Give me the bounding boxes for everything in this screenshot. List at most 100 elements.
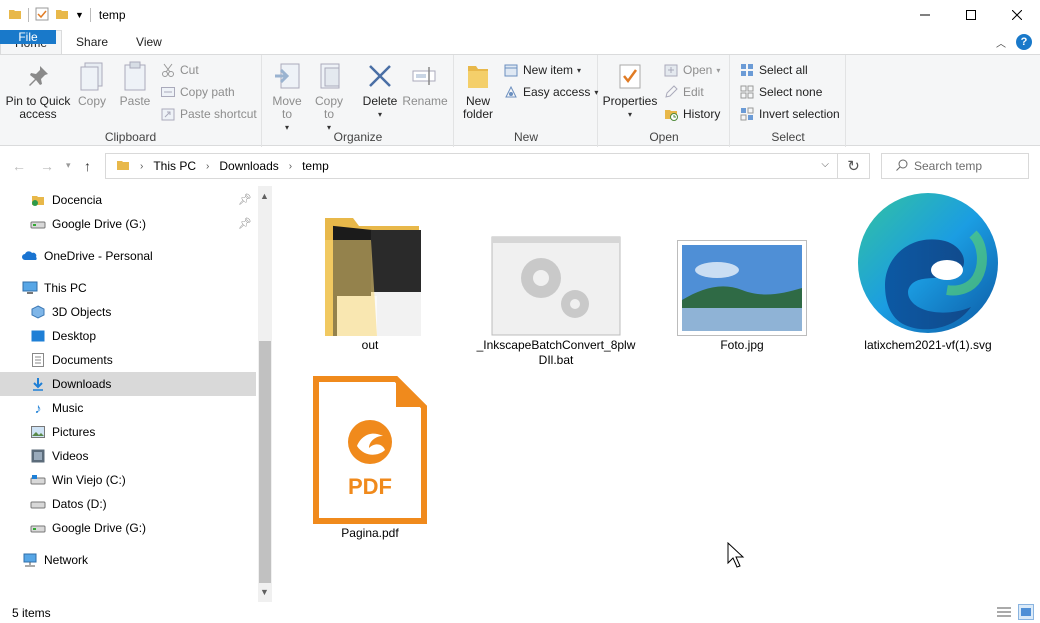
open-group: Properties ▾ Open ▾ Edit History Open bbox=[599, 55, 730, 147]
nav-pane-scrollbar[interactable]: ▲ ▼ bbox=[258, 186, 272, 602]
properties-icon bbox=[614, 59, 646, 93]
file-item-svg[interactable]: latixchem2021-vf(1).svg bbox=[838, 192, 1018, 353]
select-all-button[interactable]: Select all bbox=[739, 60, 808, 80]
nav-item-datos[interactable]: Datos (D:) bbox=[0, 492, 256, 516]
invert-selection-button[interactable]: Invert selection bbox=[739, 104, 840, 124]
copy-to-icon bbox=[313, 59, 345, 93]
new-folder-icon bbox=[462, 59, 494, 93]
easy-access-button[interactable]: Easy access ▾ bbox=[503, 82, 598, 102]
music-icon: ♪ bbox=[34, 400, 42, 416]
tab-view[interactable]: View bbox=[122, 30, 176, 54]
file-list: out _InkscapeBatchConvert_8plwDIl.bat Fo… bbox=[278, 186, 1040, 600]
scrollbar-thumb[interactable] bbox=[259, 341, 271, 583]
large-icons-view-icon[interactable] bbox=[1018, 604, 1034, 620]
forward-arrow-icon[interactable]: → bbox=[40, 158, 54, 174]
breadcrumb-this-pc[interactable]: This PC bbox=[153, 159, 196, 173]
delete-x-icon bbox=[364, 59, 396, 93]
open-button[interactable]: Open ▾ bbox=[663, 60, 720, 80]
cut-button[interactable]: Cut bbox=[160, 60, 199, 80]
downloads-icon bbox=[30, 376, 46, 392]
easy-access-dropdown-icon: ▾ bbox=[594, 87, 599, 97]
breadcrumb-downloads[interactable]: Downloads bbox=[219, 159, 278, 173]
new-folder-button[interactable]: New folder bbox=[457, 59, 499, 121]
scroll-down-icon[interactable]: ▼ bbox=[260, 587, 269, 597]
ribbon-tabs: File Home Share View ︿ ? bbox=[0, 30, 1040, 54]
new-folder-qa-icon[interactable] bbox=[55, 8, 69, 23]
address-bar[interactable]: › This PC › Downloads › temp ⌵ bbox=[105, 153, 838, 179]
drive-icon bbox=[30, 496, 46, 512]
nav-item-this-pc[interactable]: This PC bbox=[0, 276, 256, 300]
nav-item-music[interactable]: ♪ Music bbox=[0, 396, 256, 420]
copy-button[interactable]: Copy bbox=[74, 59, 110, 108]
minimize-button[interactable] bbox=[902, 0, 948, 30]
pin-to-quick-access-button[interactable]: Pin to Quick access bbox=[4, 59, 72, 121]
details-view-icon[interactable] bbox=[996, 604, 1012, 620]
move-to-button[interactable]: Move to ▾ bbox=[267, 59, 307, 134]
chevron-right-icon[interactable]: › bbox=[140, 161, 143, 172]
pin-icon[interactable]: 📌︎ bbox=[238, 193, 252, 206]
folder-icon bbox=[116, 159, 130, 174]
help-icon[interactable]: ? bbox=[1016, 34, 1032, 50]
history-button[interactable]: History bbox=[663, 104, 720, 124]
nav-item-win-viejo[interactable]: Win Viejo (C:) bbox=[0, 468, 256, 492]
rename-button[interactable]: Rename bbox=[402, 59, 448, 108]
copy-to-button[interactable]: Copy to ▾ bbox=[309, 59, 349, 134]
folder-icon bbox=[8, 8, 22, 23]
copy-path-button[interactable]: Copy path bbox=[160, 82, 235, 102]
address-history-dropdown-icon[interactable]: ⌵ bbox=[821, 159, 829, 170]
refresh-button[interactable]: ↻ bbox=[838, 153, 870, 179]
search-icon bbox=[896, 159, 908, 174]
nav-item-google-drive-pc[interactable]: Google Drive (G:) bbox=[0, 516, 256, 540]
open-dropdown-icon: ▾ bbox=[716, 65, 721, 75]
tab-file[interactable]: File bbox=[0, 30, 56, 44]
nav-item-videos[interactable]: Videos bbox=[0, 444, 256, 468]
new-item-button[interactable]: New item ▾ bbox=[503, 60, 581, 80]
nav-item-network[interactable]: Network bbox=[0, 548, 256, 572]
clipboard-group-label: Clipboard bbox=[104, 130, 157, 144]
videos-icon bbox=[30, 448, 46, 464]
delete-button[interactable]: Delete ▾ bbox=[357, 59, 403, 121]
paste-shortcut-button[interactable]: Paste shortcut bbox=[160, 104, 257, 124]
nav-item-downloads[interactable]: Downloads bbox=[0, 372, 256, 396]
tab-share[interactable]: Share bbox=[62, 30, 122, 54]
nav-item-onedrive[interactable]: OneDrive - Personal bbox=[0, 244, 256, 268]
drive-icon bbox=[30, 216, 46, 232]
nav-item-desktop[interactable]: Desktop bbox=[0, 324, 256, 348]
customize-qa-dropdown-icon[interactable]: ▼ bbox=[75, 10, 84, 20]
nav-item-pictures[interactable]: Pictures bbox=[0, 420, 256, 444]
up-arrow-icon[interactable]: ↑ bbox=[84, 158, 91, 174]
chevron-right-icon[interactable]: › bbox=[206, 161, 209, 172]
back-arrow-icon[interactable]: ← bbox=[12, 158, 26, 174]
copy-path-icon bbox=[160, 84, 176, 100]
pin-icon[interactable]: 📌︎ bbox=[238, 217, 252, 230]
pc-icon bbox=[22, 280, 38, 296]
file-item-out[interactable]: out bbox=[280, 206, 460, 353]
nav-item-docencia[interactable]: Docencia 📌︎ bbox=[0, 188, 256, 212]
search-input[interactable] bbox=[914, 159, 1024, 173]
collapse-ribbon-icon[interactable]: ︿ bbox=[996, 35, 1006, 50]
close-button[interactable] bbox=[994, 0, 1040, 30]
chevron-right-icon[interactable]: › bbox=[289, 161, 292, 172]
recent-locations-dropdown-icon[interactable]: ▾ bbox=[66, 160, 71, 171]
edit-button[interactable]: Edit bbox=[663, 82, 704, 102]
breadcrumb-temp[interactable]: temp bbox=[302, 159, 329, 173]
drive-icon bbox=[30, 520, 46, 536]
file-item-pdf[interactable]: PDF Pagina.pdf bbox=[280, 376, 460, 541]
properties-button[interactable]: Properties ▾ bbox=[601, 59, 659, 121]
search-box[interactable] bbox=[881, 153, 1029, 179]
folder-icon bbox=[305, 206, 435, 336]
organize-group-label: Organize bbox=[333, 130, 383, 144]
item-count: 5 items bbox=[12, 605, 51, 620]
file-item-foto[interactable]: Foto.jpg bbox=[652, 206, 832, 353]
select-none-button[interactable]: Select none bbox=[739, 82, 822, 102]
properties-qa-icon[interactable] bbox=[35, 7, 49, 24]
select-group: Select all Select none Invert selection … bbox=[731, 55, 846, 147]
nav-item-3d-objects[interactable]: 3D Objects bbox=[0, 300, 256, 324]
nav-item-google-drive[interactable]: Google Drive (G:) 📌︎ bbox=[0, 212, 256, 236]
paste-button[interactable]: Paste bbox=[116, 59, 154, 108]
properties-dropdown-icon: ▾ bbox=[627, 110, 632, 119]
file-item-batch[interactable]: _InkscapeBatchConvert_8plwDIl.bat bbox=[466, 206, 646, 368]
maximize-button[interactable] bbox=[948, 0, 994, 30]
nav-item-documents[interactable]: Documents bbox=[0, 348, 256, 372]
scroll-up-icon[interactable]: ▲ bbox=[260, 191, 269, 201]
